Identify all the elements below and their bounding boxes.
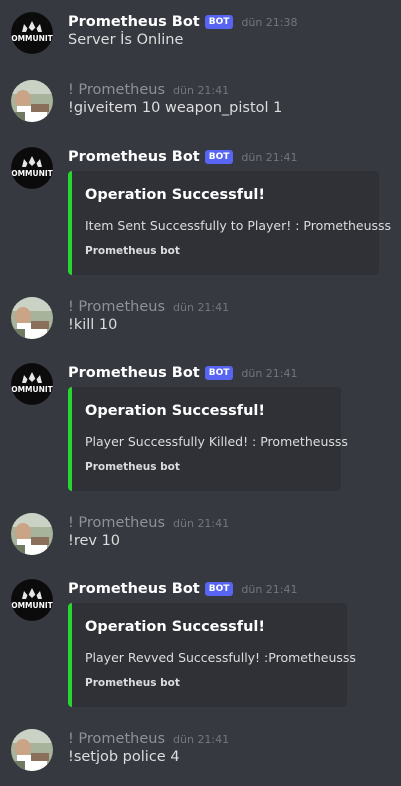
author-name[interactable]: ! Prometheus (68, 82, 165, 98)
message-text: !rev 10 (68, 533, 121, 549)
message-header: ! Prometheus dün 21:41 (68, 297, 229, 317)
timestamp: dün 21:41 (241, 366, 298, 380)
bot-crown-logo-icon: OMMUNIT (11, 363, 53, 405)
bot-tag: BOT (204, 366, 234, 380)
bot-avatar[interactable]: OMMUNIT (11, 579, 53, 621)
timestamp: dün 21:41 (173, 300, 230, 314)
embed-footer: Prometheus bot (85, 245, 180, 257)
embed-title: Operation Successful! (85, 619, 265, 635)
author-name[interactable]: ! Prometheus (68, 731, 165, 747)
bot-crown-logo-icon: OMMUNIT (11, 147, 53, 189)
timestamp: dün 21:41 (241, 582, 298, 596)
message-header: ! Prometheus dün 21:41 (68, 513, 229, 533)
message-header: Prometheus Bot BOT dün 21:41 (68, 363, 298, 383)
timestamp: dün 21:41 (241, 150, 298, 164)
user-photo-icon (11, 513, 53, 555)
bot-avatar[interactable]: OMMUNIT (11, 363, 53, 405)
svg-text:OMMUNIT: OMMUNIT (11, 34, 53, 43)
author-name[interactable]: Prometheus Bot (68, 149, 200, 165)
bot-avatar[interactable]: OMMUNIT (11, 147, 53, 189)
user-avatar[interactable] (11, 80, 53, 122)
timestamp: dün 21:41 (173, 83, 230, 97)
message-bot-online: OMMUNIT Prometheus Bot BOT dün 21:38 Ser… (0, 12, 401, 62)
bot-avatar[interactable]: OMMUNIT (11, 12, 53, 54)
embed-card: Operation Successful! Item Sent Successf… (68, 171, 391, 275)
message-text: !giveitem 10 weapon_pistol 1 (68, 100, 283, 116)
message-user-giveitem: ! Prometheus dün 21:41 !giveitem 10 weap… (0, 80, 401, 130)
bot-tag: BOT (204, 15, 234, 29)
bot-tag: BOT (204, 150, 234, 164)
user-avatar[interactable] (11, 513, 53, 555)
author-name[interactable]: Prometheus Bot (68, 14, 200, 30)
embed-card: Operation Successful! Player Successfull… (68, 387, 348, 491)
message-bot-killed: OMMUNIT Prometheus Bot BOT dün 21:41 Ope… (0, 363, 401, 493)
message-header: Prometheus Bot BOT dün 21:41 (68, 147, 298, 167)
message-header: Prometheus Bot BOT dün 21:41 (68, 579, 298, 599)
svg-text:OMMUNIT: OMMUNIT (11, 385, 53, 394)
bot-crown-logo-icon: OMMUNIT (11, 12, 53, 54)
author-name[interactable]: Prometheus Bot (68, 581, 200, 597)
embed-title: Operation Successful! (85, 403, 265, 419)
user-photo-icon (11, 729, 53, 771)
embed-description: Item Sent Successfully to Player! : Prom… (85, 218, 392, 233)
message-header: ! Prometheus dün 21:41 (68, 729, 229, 749)
message-header: Prometheus Bot BOT dün 21:38 (68, 12, 298, 32)
message-bot-item-sent: OMMUNIT Prometheus Bot BOT dün 21:41 Ope… (0, 147, 401, 277)
message-text: Server İs Online (68, 32, 184, 48)
user-photo-icon (11, 80, 53, 122)
embed-footer: Prometheus bot (85, 677, 180, 689)
embed-title: Operation Successful! (85, 187, 265, 203)
message-user-setjob: ! Prometheus dün 21:41 !setjob police 4 (0, 729, 401, 779)
timestamp: dün 21:41 (173, 732, 230, 746)
message-header: ! Prometheus dün 21:41 (68, 80, 229, 100)
message-user-kill: ! Prometheus dün 21:41 !kill 10 (0, 297, 401, 347)
author-name[interactable]: ! Prometheus (68, 515, 165, 531)
user-photo-icon (11, 297, 53, 339)
bot-tag: BOT (204, 582, 234, 596)
author-name[interactable]: ! Prometheus (68, 299, 165, 315)
timestamp: dün 21:38 (241, 15, 298, 29)
message-text: !setjob police 4 (68, 749, 180, 765)
user-avatar[interactable] (11, 729, 53, 771)
message-bot-revved: OMMUNIT Prometheus Bot BOT dün 21:41 Ope… (0, 579, 401, 709)
svg-text:OMMUNIT: OMMUNIT (11, 169, 53, 178)
bot-crown-logo-icon: OMMUNIT (11, 579, 53, 621)
message-text: !kill 10 (68, 317, 118, 333)
timestamp: dün 21:41 (173, 516, 230, 530)
user-avatar[interactable] (11, 297, 53, 339)
embed-card: Operation Successful! Player Revved Succ… (68, 603, 356, 707)
embed-footer: Prometheus bot (85, 461, 180, 473)
message-user-rev: ! Prometheus dün 21:41 !rev 10 (0, 513, 401, 563)
svg-text:OMMUNIT: OMMUNIT (11, 601, 53, 610)
embed-description: Player Revved Successfully! :Prometheuss… (85, 650, 356, 665)
author-name[interactable]: Prometheus Bot (68, 365, 200, 381)
embed-description: Player Successfully Killed! : Prometheus… (85, 434, 348, 449)
